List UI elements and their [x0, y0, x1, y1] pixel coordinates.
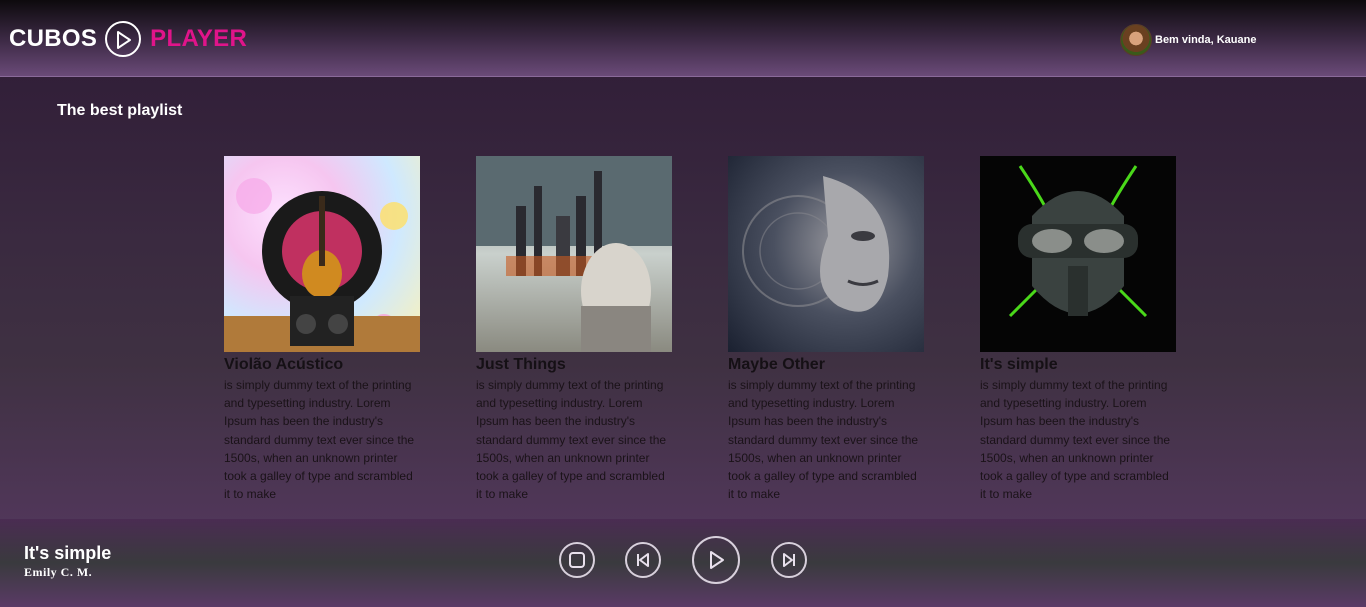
logo-play-icon: [105, 21, 142, 57]
user-profile[interactable]: Bem vinda, Kauane: [1120, 24, 1256, 56]
now-playing-title: It's simple: [24, 543, 112, 563]
playlist-description: is simply dummy text of the printing and…: [728, 378, 919, 502]
user-greeting: Bem vinda, Kauane: [1155, 34, 1257, 46]
avatar[interactable]: [1120, 24, 1152, 56]
playlist-card[interactable]: It's simple is simply dummy text of the …: [980, 156, 1176, 503]
playlist-title[interactable]: It's simple: [980, 356, 1176, 374]
next-icon: [783, 553, 795, 567]
stop-button[interactable]: [559, 542, 595, 578]
next-button[interactable]: [771, 542, 807, 578]
playlist-description: is simply dummy text of the printing and…: [224, 378, 415, 502]
playlist-title[interactable]: Violão Acústico: [224, 356, 420, 374]
play-icon: [710, 551, 724, 569]
top-header: CUBOS PLAYER Bem vinda, Kauane: [0, 0, 1366, 77]
playlist-cover-image[interactable]: [728, 156, 924, 352]
playlist-cover-image[interactable]: [224, 156, 420, 352]
playlist-title[interactable]: Maybe Other: [728, 356, 924, 374]
logo-text-cubos: CUBOS: [9, 25, 98, 52]
player-bar: It's simple Emily C. M.: [0, 519, 1366, 607]
playlist-description: is simply dummy text of the printing and…: [980, 378, 1171, 502]
playlist-card[interactable]: Violão Acústico is simply dummy text of …: [224, 156, 420, 503]
playlist-description: is simply dummy text of the printing and…: [476, 378, 667, 502]
stop-icon: [569, 552, 585, 568]
now-playing-artist: Emily C. M.: [24, 565, 93, 579]
previous-button[interactable]: [625, 542, 661, 578]
playlist-card[interactable]: Just Things is simply dummy text of the …: [476, 156, 672, 503]
playlist-title[interactable]: Just Things: [476, 356, 672, 374]
section-title: The best playlist: [57, 102, 183, 119]
app-logo[interactable]: CUBOS PLAYER: [9, 20, 247, 58]
playlist-cover-image[interactable]: [476, 156, 672, 352]
playlist-cover-image[interactable]: [980, 156, 1176, 352]
previous-icon: [637, 553, 649, 567]
playlist-card[interactable]: Maybe Other is simply dummy text of the …: [728, 156, 924, 503]
logo-text-player: PLAYER: [150, 25, 248, 52]
play-button[interactable]: [692, 536, 740, 584]
